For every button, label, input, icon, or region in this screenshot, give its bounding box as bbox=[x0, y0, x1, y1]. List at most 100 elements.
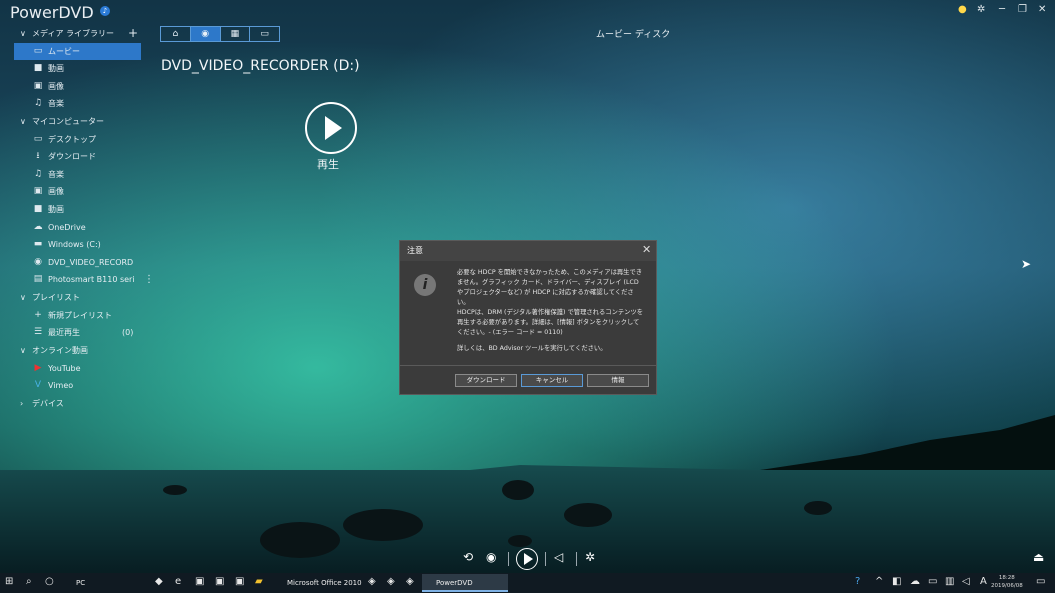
bell-icon[interactable]: ♪ bbox=[100, 6, 110, 16]
mouse-cursor-icon: ➤ bbox=[1021, 257, 1032, 271]
play-icon bbox=[524, 553, 533, 565]
restore-icon[interactable]: ❐ bbox=[1018, 4, 1027, 15]
tray-icon[interactable]: ◧ bbox=[892, 576, 901, 587]
sidebar-item-video[interactable]: ■ 動画 bbox=[0, 60, 142, 77]
film-icon[interactable]: ▦ bbox=[221, 27, 251, 41]
edge-icon[interactable]: e bbox=[175, 576, 181, 587]
download-button[interactable]: ダウンロード bbox=[455, 374, 517, 387]
section-devices[interactable]: › デバイス bbox=[0, 395, 142, 412]
cloud-icon[interactable]: ☁ bbox=[910, 576, 920, 587]
video-icon: ■ bbox=[33, 204, 43, 214]
drive-icon: ▬ bbox=[33, 239, 43, 249]
app-icon[interactable]: ◈ bbox=[406, 576, 414, 587]
disc-icon[interactable]: ◉ bbox=[190, 27, 221, 41]
sidebar-item-video-folder[interactable]: ■ 動画 bbox=[0, 201, 142, 218]
taskbar: ⊞ ⌕ ○ PC ◆ e ▣ ▣ ▣ ▰ Microsoft Office 20… bbox=[0, 573, 1055, 593]
eject-icon[interactable]: ⏏ bbox=[1033, 550, 1044, 564]
network-icon[interactable]: ▥ bbox=[945, 576, 954, 587]
sidebar-item-movie[interactable]: ▭ ムービー bbox=[14, 43, 141, 60]
notification-icon[interactable]: ▭ bbox=[1036, 576, 1045, 587]
sidebar-item-desktop[interactable]: ▭ デスクトップ bbox=[0, 131, 142, 148]
taskbar-app-pc[interactable]: PC bbox=[62, 574, 160, 592]
image-icon: ▣ bbox=[33, 81, 43, 91]
section-playlists[interactable]: ∨ プレイリスト bbox=[0, 289, 142, 306]
close-icon[interactable]: ✕ bbox=[642, 243, 651, 256]
ime-icon[interactable]: A bbox=[980, 576, 987, 587]
taskbar-clock[interactable]: 18:28 2019/06/08 bbox=[991, 574, 1023, 590]
help-icon[interactable]: ? bbox=[855, 576, 860, 587]
chevron-up-icon[interactable]: ^ bbox=[875, 576, 883, 587]
volume-icon[interactable]: ◁ bbox=[962, 576, 970, 587]
eye-icon[interactable]: ◉ bbox=[486, 550, 496, 564]
desktop-icon: ▭ bbox=[33, 134, 43, 144]
taskbar-app-powerdvd[interactable]: PowerDVD bbox=[422, 574, 508, 592]
separator bbox=[508, 552, 509, 566]
disc-title: DVD_VIDEO_RECORDER (D:) bbox=[161, 58, 360, 74]
app-icon[interactable]: ▣ bbox=[195, 576, 204, 587]
dialog-text-1: 必要な HDCP を開始できなかったため、このメディアは再生できません。グラフィ… bbox=[457, 269, 643, 306]
sidebar-item-music[interactable]: ♫ 音楽 bbox=[0, 95, 142, 112]
folder-icon[interactable]: ▰ bbox=[255, 576, 263, 587]
dialog-message: 必要な HDCP を開始できなかったため、このメディアは再生できません。グラフィ… bbox=[457, 268, 645, 354]
info-button[interactable]: 情報 bbox=[587, 374, 649, 387]
chevron-down-icon[interactable]: ∨ bbox=[20, 25, 26, 42]
battery-icon[interactable]: ▭ bbox=[928, 576, 937, 587]
play-button[interactable] bbox=[516, 548, 538, 570]
dialog-title: 注意 bbox=[407, 246, 423, 255]
settings-icon[interactable]: ✲ bbox=[585, 550, 595, 564]
chevron-down-icon[interactable]: ∨ bbox=[20, 113, 26, 130]
more-icon[interactable]: ⋮ bbox=[144, 271, 154, 288]
sidebar-item-printer[interactable]: ▤ Photosmart B110 serie ⋮ bbox=[0, 271, 154, 288]
home-icon[interactable]: ⌂ bbox=[161, 27, 191, 41]
gear-icon[interactable]: ✲ bbox=[977, 4, 985, 15]
vimeo-icon: V bbox=[34, 380, 42, 390]
sidebar-item-onedrive[interactable]: ☁ OneDrive bbox=[0, 219, 142, 236]
video-icon: ■ bbox=[33, 63, 43, 73]
chevron-down-icon[interactable]: ∨ bbox=[20, 342, 26, 359]
tv-icon[interactable]: ▭ bbox=[250, 27, 279, 41]
sidebar-item-youtube[interactable]: ▶ YouTube bbox=[0, 360, 142, 377]
dialog-divider bbox=[400, 365, 656, 366]
section-my-computer[interactable]: ∨ マイコンピューター bbox=[0, 113, 142, 130]
chevron-down-icon[interactable]: ∨ bbox=[20, 289, 26, 306]
app-icon[interactable]: ◈ bbox=[368, 576, 376, 587]
info-icon: i bbox=[414, 274, 436, 296]
plus-icon: + bbox=[34, 310, 42, 320]
section-media-library[interactable]: ∨ メディア ライブラリー + bbox=[0, 25, 142, 42]
play-disc-button[interactable] bbox=[305, 102, 357, 154]
sidebar-item-download[interactable]: ⭳ ダウンロード bbox=[0, 148, 142, 165]
sidebar-item-dvd[interactable]: ◉ DVD_VIDEO_RECORD bbox=[0, 254, 142, 271]
close-icon[interactable]: ✕ bbox=[1038, 4, 1046, 15]
search-icon[interactable]: ⌕ bbox=[26, 576, 32, 587]
lightbulb-icon[interactable]: ● bbox=[958, 4, 967, 15]
taskbar-app-office[interactable]: Microsoft Office 2010 bbox=[273, 574, 377, 592]
cortana-icon[interactable]: ○ bbox=[45, 576, 54, 587]
separator bbox=[576, 552, 577, 566]
sidebar-item-recent[interactable]: ☰ 最近再生 (0) bbox=[0, 324, 142, 341]
dialog-text-2: HDCPは、DRM (デジタル著作権保護) で管理されるコンテンツを再生する必要… bbox=[457, 309, 644, 336]
dropbox-icon[interactable]: ◆ bbox=[155, 576, 163, 587]
app-icon[interactable]: ◈ bbox=[387, 576, 395, 587]
sidebar-item-image-folder[interactable]: ▣ 画像 bbox=[0, 183, 142, 200]
cancel-button[interactable]: キャンセル bbox=[521, 374, 583, 387]
download-icon: ⭳ bbox=[36, 151, 40, 161]
minimize-icon[interactable]: ─ bbox=[999, 4, 1005, 15]
rotate-icon[interactable]: ⟲ bbox=[463, 550, 473, 564]
separator bbox=[545, 552, 546, 566]
printer-icon: ▤ bbox=[33, 274, 43, 284]
sidebar-item-music-folder[interactable]: ♫ 音楽 bbox=[0, 166, 142, 183]
dialog-text-3: 詳しくは、BD Advisor ツールを実行してください。 bbox=[457, 345, 607, 352]
sidebar-item-image[interactable]: ▣ 画像 bbox=[0, 78, 142, 95]
windows-start-icon[interactable]: ⊞ bbox=[5, 576, 13, 587]
volume-icon[interactable]: ◁ bbox=[554, 550, 563, 564]
recent-count: (0) bbox=[122, 328, 134, 337]
sidebar-item-new-playlist[interactable]: + 新規プレイリスト bbox=[0, 307, 142, 324]
image-icon: ▣ bbox=[33, 186, 43, 196]
app-icon[interactable]: ▣ bbox=[235, 576, 244, 587]
app-icon[interactable]: ▣ bbox=[215, 576, 224, 587]
chevron-right-icon[interactable]: › bbox=[20, 395, 23, 412]
section-online[interactable]: ∨ オンライン動画 bbox=[0, 342, 142, 359]
add-icon[interactable]: + bbox=[128, 25, 138, 42]
sidebar-item-windows-c[interactable]: ▬ Windows (C:) bbox=[0, 236, 142, 253]
sidebar-item-vimeo[interactable]: V Vimeo bbox=[0, 377, 142, 394]
